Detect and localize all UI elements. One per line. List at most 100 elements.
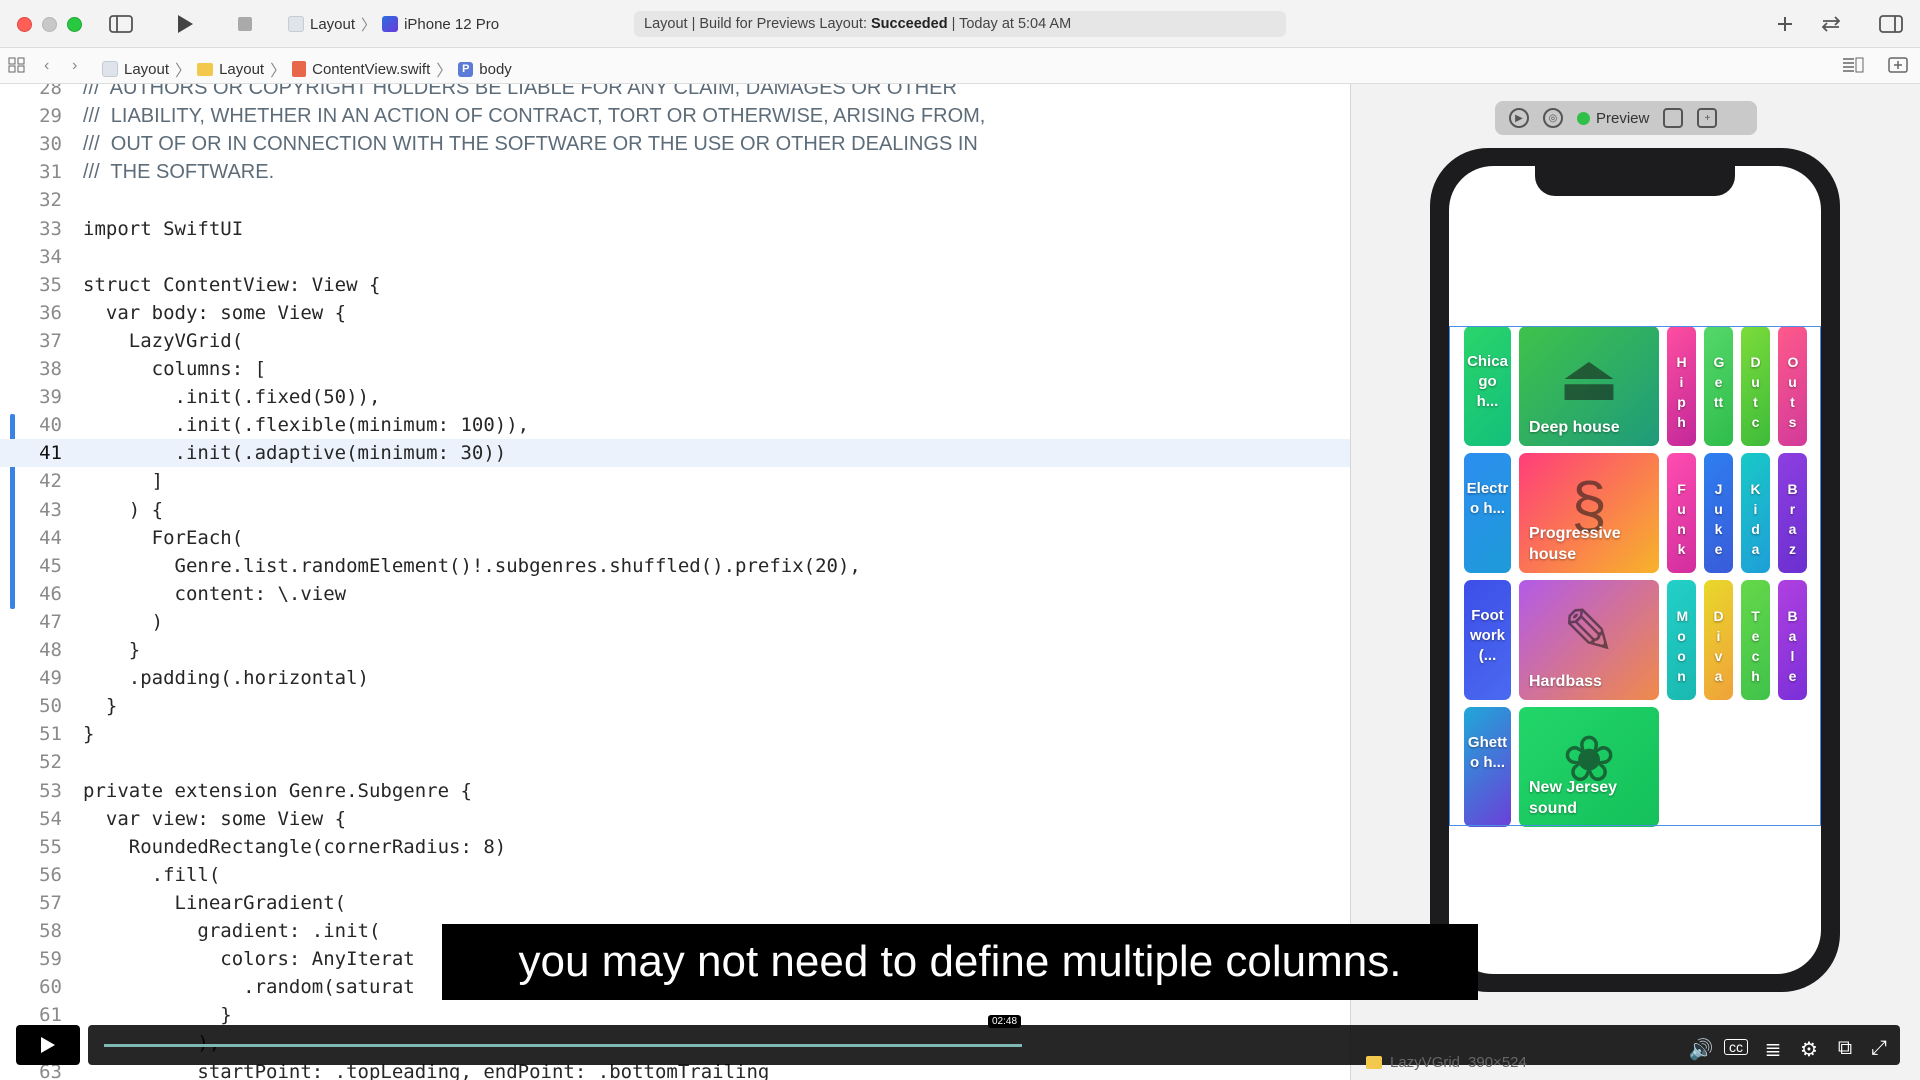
- split-editor-icon[interactable]: [1888, 57, 1908, 73]
- code-line[interactable]: 35 struct ContentView: View {: [0, 271, 1350, 299]
- code-line[interactable]: 33 import SwiftUI: [0, 215, 1350, 243]
- preview-status[interactable]: Preview: [1577, 110, 1649, 127]
- code-text: .init(.flexible(minimum: 100)),: [83, 414, 530, 437]
- code-line[interactable]: 48 }: [0, 636, 1350, 664]
- code-line[interactable]: 53 private extension Genre.Subgenre {: [0, 777, 1350, 805]
- code-text: ForEach(: [83, 526, 244, 549]
- code-line[interactable]: 30 /// OUT OF OR IN CONNECTION WITH THE S…: [0, 130, 1350, 158]
- chevron-right-icon: 〉: [270, 63, 287, 80]
- code-line[interactable]: 28 /// AUTHORS OR COPYRIGHT HOLDERS BE LI…: [0, 84, 1350, 102]
- line-number: 44: [39, 526, 62, 549]
- navigator-toggle-icon[interactable]: [108, 12, 134, 36]
- code-line[interactable]: 46 content: \.view: [0, 580, 1350, 608]
- forward-button[interactable]: ›: [72, 57, 77, 75]
- scheme-selector[interactable]: Layout 〉 iPhone 12 Pro: [288, 13, 499, 35]
- code-line[interactable]: 41 .init(.adaptive(minimum: 30)): [0, 439, 1350, 468]
- code-review-icon[interactable]: [1818, 12, 1844, 36]
- minimize-window-button[interactable]: [42, 17, 57, 32]
- related-items-icon[interactable]: [8, 57, 26, 73]
- code-line[interactable]: 47 ): [0, 608, 1350, 636]
- preview-label: Preview: [1596, 109, 1650, 127]
- line-number: 33: [39, 217, 62, 240]
- close-window-button[interactable]: [17, 17, 32, 32]
- settings-gear-icon[interactable]: ⚙: [1796, 1037, 1822, 1062]
- code-line[interactable]: 31 /// THE SOFTWARE.: [0, 158, 1350, 186]
- line-number: 46: [39, 582, 62, 605]
- line-number: 59: [39, 948, 62, 971]
- code-line[interactable]: 51}: [0, 720, 1350, 748]
- code-line[interactable]: 29 /// LIABILITY, WHETHER IN AN ACTION OF…: [0, 102, 1350, 130]
- code-line[interactable]: 42 ]: [0, 467, 1350, 495]
- code-line[interactable]: 43 ) {: [0, 496, 1350, 524]
- device-settings-icon[interactable]: [1663, 108, 1684, 128]
- scheme-project: Layout: [310, 15, 356, 33]
- video-progress-bar[interactable]: 🔊 cc ≣ ⚙ ⧉ ⤢: [88, 1025, 1900, 1065]
- code-line[interactable]: 49 .padding(.horizontal): [0, 664, 1350, 692]
- window-toolbar: Layout 〉 iPhone 12 Pro Layout | Build fo…: [0, 0, 1920, 48]
- breadcrumb-file[interactable]: ContentView.swift: [312, 61, 430, 78]
- code-line[interactable]: 32: [0, 186, 1350, 214]
- code-text: var view: some View {: [83, 807, 347, 830]
- line-number: 54: [39, 807, 62, 830]
- line-number: 28: [39, 84, 62, 99]
- code-line[interactable]: 56 .fill(: [0, 861, 1350, 889]
- code-text: LinearGradient(: [83, 891, 347, 914]
- inspector-toggle-icon[interactable]: [1878, 12, 1904, 36]
- code-text: private extension Genre.Subgenre {: [83, 779, 472, 802]
- code-text: RoundedRectangle(cornerRadius: 8): [83, 835, 507, 858]
- code-text: }: [83, 695, 118, 718]
- volume-icon[interactable]: 🔊: [1688, 1037, 1714, 1062]
- line-number: 38: [39, 358, 62, 380]
- selection-outline: [1449, 326, 1821, 826]
- code-text: ) {: [83, 498, 164, 521]
- selection-size: 390×524: [1468, 1054, 1527, 1071]
- live-preview-icon[interactable]: ▶: [1509, 108, 1529, 128]
- breadcrumb-project[interactable]: Layout: [124, 61, 169, 78]
- stop-button[interactable]: [232, 12, 258, 36]
- back-button[interactable]: ‹: [44, 57, 49, 75]
- picture-in-picture-icon[interactable]: ⧉: [1832, 1037, 1858, 1060]
- zoom-window-button[interactable]: [67, 17, 82, 32]
- captions-icon[interactable]: cc: [1724, 1039, 1748, 1055]
- folder-icon: [197, 62, 214, 76]
- code-line[interactable]: 37 LazyVGrid(: [0, 327, 1350, 355]
- progress-fill: [104, 1044, 1022, 1047]
- line-number: 36: [39, 301, 62, 324]
- code-text: struct ContentView: View {: [83, 273, 381, 296]
- code-text: Genre.list.randomElement()!.subgenres.sh…: [83, 554, 861, 577]
- code-text: }: [83, 723, 95, 746]
- code-line[interactable]: 38 columns: [: [0, 355, 1350, 383]
- inspect-icon[interactable]: ◎: [1543, 108, 1563, 128]
- breadcrumb-folder[interactable]: Layout: [219, 61, 264, 78]
- run-button[interactable]: [172, 12, 198, 36]
- line-number: 57: [39, 891, 62, 914]
- fullscreen-icon[interactable]: ⤢: [1866, 1037, 1892, 1060]
- code-text: import SwiftUI: [83, 217, 244, 240]
- code-text: .fill(: [83, 863, 221, 886]
- editor-options-icon[interactable]: [1842, 57, 1864, 73]
- breadcrumb-symbol[interactable]: body: [479, 61, 512, 78]
- status-prefix: Layout | Build for Previews Layout:: [644, 16, 867, 32]
- duplicate-preview-icon[interactable]: +: [1697, 108, 1718, 128]
- code-line[interactable]: 50 }: [0, 692, 1350, 720]
- device-notch: [1535, 166, 1735, 196]
- video-play-button[interactable]: [16, 1025, 80, 1065]
- line-number: 50: [39, 695, 62, 718]
- chevron-left-icon: ‹: [44, 57, 50, 74]
- code-line[interactable]: 55 RoundedRectangle(cornerRadius: 8): [0, 833, 1350, 861]
- code-line[interactable]: 39 .init(.fixed(50)),: [0, 383, 1350, 411]
- code-line[interactable]: 54 var view: some View {: [0, 805, 1350, 833]
- add-icon[interactable]: [1772, 12, 1798, 36]
- transcript-icon[interactable]: ≣: [1760, 1037, 1786, 1062]
- code-line[interactable]: 57 LinearGradient(: [0, 889, 1350, 917]
- code-line[interactable]: 36 var body: some View {: [0, 299, 1350, 327]
- code-line[interactable]: 34: [0, 243, 1350, 271]
- code-line[interactable]: 45 Genre.list.randomElement()!.subgenres…: [0, 552, 1350, 580]
- line-number: 31: [39, 161, 62, 184]
- activity-status: Layout | Build for Previews Layout: Succ…: [634, 11, 1286, 37]
- code-line[interactable]: 40 .init(.flexible(minimum: 100)),: [0, 411, 1350, 439]
- line-number: 60: [39, 976, 62, 999]
- code-line[interactable]: 52: [0, 748, 1350, 776]
- code-line[interactable]: 44 ForEach(: [0, 524, 1350, 552]
- caption: you may not need to define multiple colu…: [442, 924, 1478, 1000]
